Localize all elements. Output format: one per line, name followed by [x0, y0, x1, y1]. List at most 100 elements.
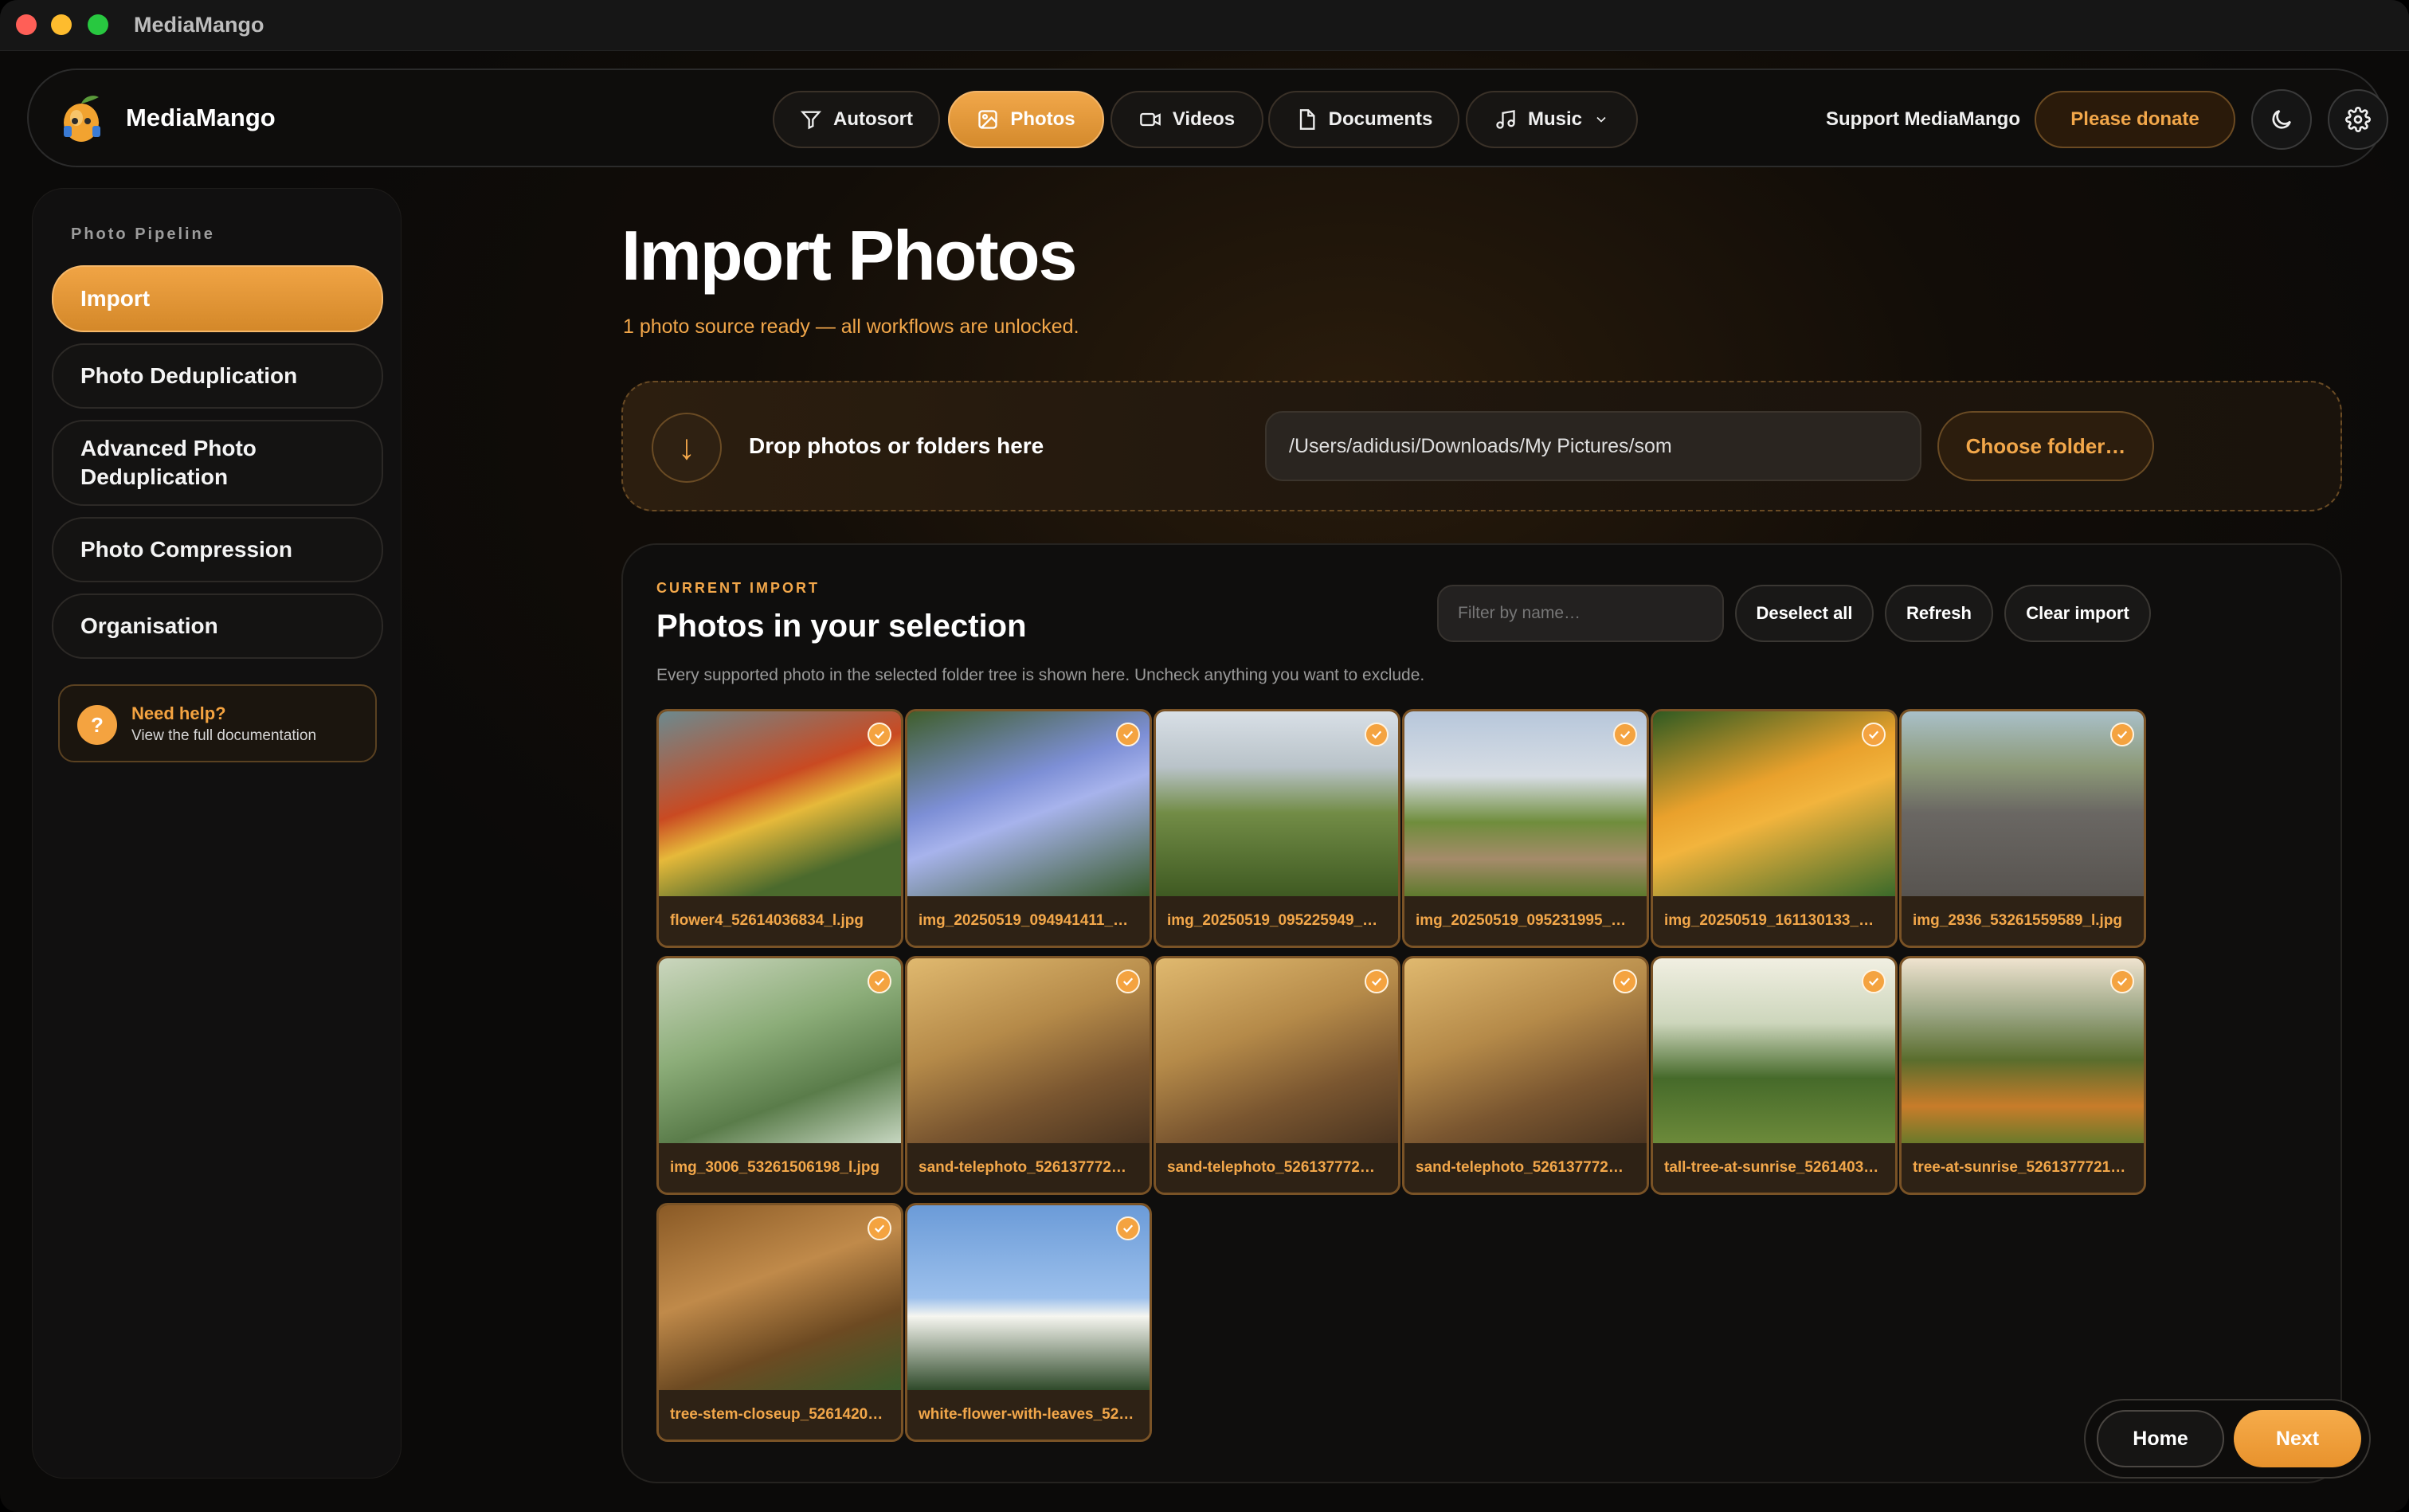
photo-checkbox[interactable] [2110, 969, 2134, 993]
photo-thumbnail [1653, 711, 1895, 896]
sidebar-item-label: Advanced Photo Deduplication [80, 436, 257, 489]
photo-thumbnail [907, 958, 1150, 1143]
photo-card[interactable]: tree-stem-closeup_5261420… [656, 1203, 903, 1442]
photo-filename: img_20250519_161130133_… [1653, 896, 1895, 946]
sidebar-item-label: Photo Deduplication [80, 363, 298, 388]
mango-logo-icon [64, 96, 100, 142]
photo-card[interactable]: flower4_52614036834_l.jpg [656, 709, 903, 948]
photo-card[interactable]: sand-telephoto_526137772… [1154, 956, 1400, 1195]
photo-checkbox[interactable] [1116, 969, 1140, 993]
photo-filename: img_20250519_094941411_… [907, 896, 1150, 946]
refresh-button[interactable]: Refresh [1885, 585, 1993, 642]
photo-checkbox[interactable] [1862, 969, 1886, 993]
selection-title: Photos in your selection [656, 609, 1027, 644]
sidebar-item-label: Import [80, 286, 151, 311]
sidebar-item-photo-compression[interactable]: Photo Compression [52, 517, 383, 582]
music-icon [1496, 110, 1515, 129]
folder-path-input[interactable] [1265, 411, 1921, 481]
sidebar-item-label: Photo Compression [80, 537, 293, 562]
photo-thumbnail [659, 1205, 901, 1390]
help-card[interactable]: ? Need help? View the full documentation [58, 684, 377, 762]
photo-checkbox[interactable] [1862, 723, 1886, 746]
tab-autosort[interactable]: Autosort [773, 91, 940, 148]
window-title: MediaMango [134, 13, 264, 37]
photo-card[interactable]: img_3006_53261506198_l.jpg [656, 956, 903, 1195]
zoom-window-button[interactable] [88, 14, 108, 35]
minimize-window-button[interactable] [51, 14, 72, 35]
photo-checkbox[interactable] [1365, 723, 1389, 746]
selection-panel: CURRENT IMPORT Photos in your selection … [621, 543, 2342, 1483]
page-subtitle: 1 photo source ready — all workflows are… [623, 315, 1079, 338]
deselect-all-button[interactable]: Deselect all [1735, 585, 1874, 642]
check-icon [1868, 731, 1879, 739]
theme-toggle-button[interactable] [2251, 89, 2312, 150]
photo-filename: flower4_52614036834_l.jpg [659, 896, 901, 946]
photo-thumbnail [1404, 958, 1647, 1143]
sidebar-item-organisation[interactable]: Organisation [52, 593, 383, 659]
tab-music[interactable]: Music [1466, 91, 1638, 148]
tab-label: Autosort [833, 108, 913, 130]
photo-checkbox[interactable] [1365, 969, 1389, 993]
tab-label: Music [1527, 108, 1582, 130]
choose-folder-button[interactable]: Choose folder… [1937, 411, 2154, 481]
tab-photos[interactable]: Photos [948, 91, 1104, 148]
help-subtitle: View the full documentation [131, 727, 317, 744]
sidebar-item-import[interactable]: Import [52, 265, 383, 332]
check-icon [2117, 731, 2128, 739]
selection-description: Every supported photo in the selected fo… [656, 666, 1425, 684]
photo-checkbox[interactable] [2110, 723, 2134, 746]
photo-card[interactable]: sand-telephoto_526137772… [1402, 956, 1649, 1195]
photo-card[interactable]: img_20250519_094941411_… [905, 709, 1152, 948]
filter-input[interactable] [1437, 585, 1724, 642]
check-icon [1620, 977, 1631, 986]
support-label: Support MediaMango [1826, 108, 2020, 130]
clear-import-button[interactable]: Clear import [2004, 585, 2151, 642]
photo-checkbox[interactable] [1116, 723, 1140, 746]
video-icon [1140, 112, 1161, 127]
bottom-nav: Home Next [2084, 1399, 2371, 1479]
photo-card[interactable]: white-flower-with-leaves_52… [905, 1203, 1152, 1442]
photo-checkbox[interactable] [1613, 723, 1637, 746]
photo-thumbnail [659, 958, 901, 1143]
photo-card[interactable]: img_20250519_095225949_… [1154, 709, 1400, 948]
photo-filename: tree-stem-closeup_5261420… [659, 1390, 901, 1440]
photo-card[interactable]: tall-tree-at-sunrise_5261403… [1651, 956, 1898, 1195]
photo-card[interactable]: img_20250519_095231995_… [1402, 709, 1649, 948]
photo-checkbox[interactable] [868, 1216, 891, 1240]
check-icon [1868, 977, 1879, 986]
settings-button[interactable] [2328, 89, 2388, 150]
photo-thumbnail [1902, 958, 2144, 1143]
arrow-down-icon: ↓ [652, 413, 722, 483]
sidebar: Photo Pipeline Import Photo Deduplicatio… [32, 188, 402, 1479]
tab-videos[interactable]: Videos [1110, 91, 1263, 148]
check-icon [1620, 731, 1631, 739]
close-window-button[interactable] [16, 14, 37, 35]
photo-checkbox[interactable] [1116, 1216, 1140, 1240]
donate-button[interactable]: Please donate [2035, 91, 2235, 148]
check-icon [874, 1224, 885, 1233]
next-button[interactable]: Next [2234, 1410, 2361, 1467]
photo-card[interactable]: img_2936_53261559589_l.jpg [1899, 709, 2146, 948]
current-import-label: CURRENT IMPORT [656, 580, 820, 596]
sidebar-item-advanced-photo-deduplication[interactable]: Advanced Photo Deduplication [52, 420, 383, 506]
chevron-down-icon [1596, 116, 1606, 123]
tab-documents[interactable]: Documents [1268, 91, 1459, 148]
drop-zone-label: Drop photos or folders here [749, 433, 1044, 458]
sidebar-item-photo-deduplication[interactable]: Photo Deduplication [52, 343, 383, 409]
photo-filename: img_2936_53261559589_l.jpg [1902, 896, 2144, 946]
photo-card[interactable]: tree-at-sunrise_5261377721… [1899, 956, 2146, 1195]
tab-label: Photos [1010, 108, 1075, 130]
check-icon [2117, 977, 2128, 986]
photo-checkbox[interactable] [868, 723, 891, 746]
drop-zone[interactable]: ↓ Drop photos or folders here Choose fol… [621, 381, 2342, 511]
photo-card[interactable]: sand-telephoto_526137772… [905, 956, 1152, 1195]
home-button[interactable]: Home [2097, 1410, 2224, 1467]
photo-checkbox[interactable] [1613, 969, 1637, 993]
moon-icon [2272, 110, 2291, 129]
help-question-icon: ? [77, 705, 117, 745]
photo-thumbnail [907, 1205, 1150, 1390]
photo-card[interactable]: img_20250519_161130133_… [1651, 709, 1898, 948]
check-icon [1122, 731, 1134, 739]
app-window: MediaMango MediaMango Autosort Photos Vi… [0, 0, 2409, 1512]
photo-checkbox[interactable] [868, 969, 891, 993]
